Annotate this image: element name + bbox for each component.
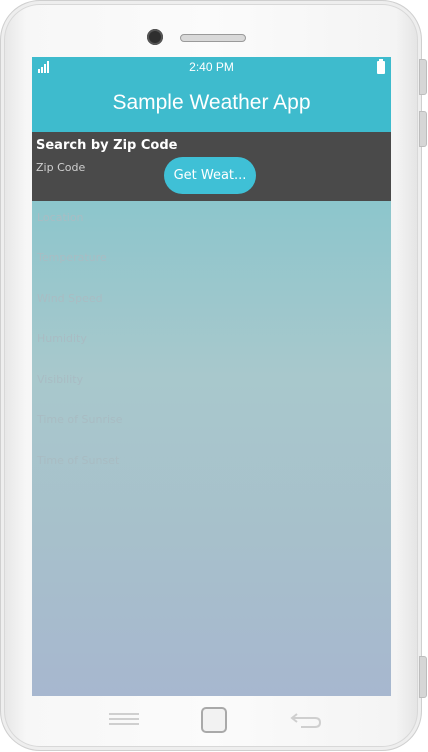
temperature-label: Temperature [37,251,107,264]
status-time: 2:40 PM [189,60,234,74]
search-label: Search by Zip Code [36,138,178,153]
app-bar: Sample Weather App [32,77,391,132]
sunset-label: Time of Sunset [37,454,120,467]
home-button[interactable] [201,707,227,733]
recent-apps-icon[interactable] [109,713,139,727]
sunrise-label: Time of Sunrise [37,413,123,426]
back-icon[interactable] [289,711,323,729]
phone-frame: 2:40 PM Sample Weather App Search by Zip… [0,0,427,751]
camera-icon [147,29,163,45]
battery-icon [377,59,385,74]
humidity-label: Humidity [37,332,87,345]
app-title: Sample Weather App [112,91,311,114]
get-weather-button[interactable]: Get Weat... [164,157,256,194]
hardware-nav-bar [1,701,421,741]
search-panel: Search by Zip Code Get Weat... [32,132,391,201]
app-screen: 2:40 PM Sample Weather App Search by Zip… [32,57,391,696]
visibility-label: Visibility [37,373,84,386]
wind-speed-label: Wind Speed [37,292,103,305]
volume-down-button[interactable] [419,111,427,147]
status-bar: 2:40 PM [32,57,391,77]
volume-up-button[interactable] [419,59,427,95]
zip-code-input[interactable] [34,157,158,177]
power-button[interactable] [419,656,427,698]
speaker-grille [180,34,246,42]
location-label: Location [37,211,84,224]
